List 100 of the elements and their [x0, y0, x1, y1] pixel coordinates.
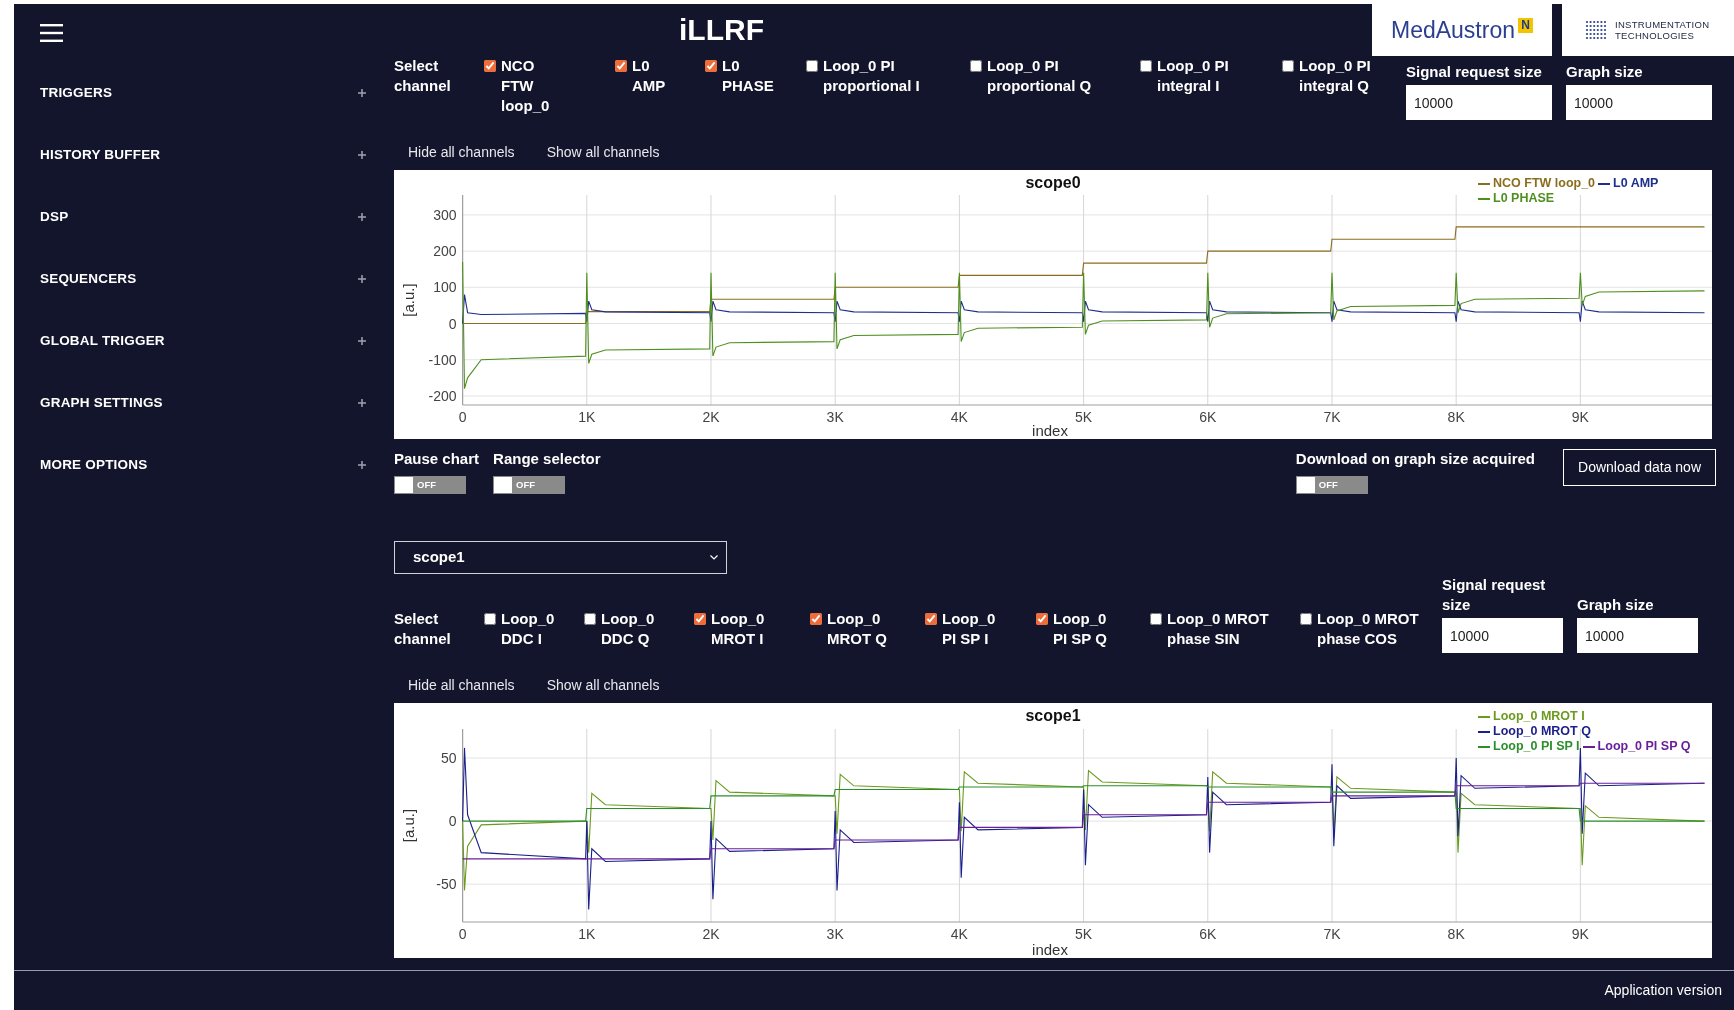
- axis-title: [a.u.]: [400, 808, 417, 843]
- size-input[interactable]: 10000: [1566, 85, 1712, 120]
- channel-label[interactable]: Loop_0 PI SP Q: [1053, 609, 1121, 649]
- toggle-label: Pause chart: [394, 449, 480, 469]
- legend-item[interactable]: L0 PHASE: [1478, 191, 1555, 206]
- checkbox[interactable]: [584, 613, 596, 625]
- chart-title: scope0: [1025, 174, 1081, 191]
- checkbox[interactable]: [1300, 613, 1312, 625]
- sidebar-item[interactable]: TRIGGERS: [40, 62, 366, 124]
- tick-label: 0: [458, 926, 467, 942]
- chart-title: scope1: [1025, 707, 1081, 724]
- toggle-label: Range selector: [493, 449, 601, 469]
- checkbox[interactable]: [484, 613, 496, 625]
- tick-label: 50: [441, 750, 457, 766]
- field-label: Graph size: [1577, 595, 1655, 615]
- app-title: iLLRF: [679, 12, 764, 48]
- tick-label: 0: [448, 315, 457, 332]
- caret-icon: [710, 555, 718, 560]
- field-label: Graph size: [1566, 62, 1644, 82]
- size-input[interactable]: 10000: [1577, 618, 1698, 653]
- axis-title: index: [1032, 422, 1068, 439]
- size-input[interactable]: 10000: [1406, 85, 1552, 120]
- logo: INSTRUMENTATION TECHNOLOGIES: [1562, 4, 1734, 56]
- legend-item[interactable]: Loop_0 PI SP Q: [1582, 739, 1691, 754]
- sidebar-item[interactable]: GLOBAL TRIGGER: [40, 310, 366, 372]
- channel-label[interactable]: Loop_0 MROT Q: [827, 609, 917, 649]
- plus-icon: [358, 399, 366, 407]
- sidebar-item[interactable]: DSP: [40, 186, 366, 248]
- tick-label: 6K: [1199, 409, 1217, 425]
- tick-label: 300: [433, 206, 457, 223]
- tick-label: 5K: [1075, 409, 1093, 425]
- channel-label[interactable]: Loop_0 MROT phase COS: [1317, 609, 1427, 649]
- sidebar-item[interactable]: GRAPH SETTINGS: [40, 372, 366, 434]
- checkbox[interactable]: [1140, 60, 1152, 72]
- checkbox[interactable]: [484, 60, 496, 72]
- select-channel-label: Select channel: [394, 609, 452, 649]
- channel-label[interactable]: NCO FTW loop_0: [501, 56, 556, 116]
- checkbox[interactable]: [694, 613, 706, 625]
- app-version-label: Application version: [1604, 981, 1722, 1000]
- tick-label: 200: [433, 243, 457, 260]
- channel-label[interactable]: Loop_0 DDC I: [501, 609, 563, 649]
- tick-label: 2K: [702, 409, 720, 425]
- tick-label: 100: [433, 279, 457, 296]
- checkbox[interactable]: [970, 60, 982, 72]
- select-channel-label: Select channel: [394, 56, 452, 96]
- tick-label: 0: [448, 813, 457, 830]
- plus-icon: [358, 151, 366, 159]
- channel-label[interactable]: Loop_0 PI proportional Q: [987, 56, 1122, 96]
- tick-label: -50: [436, 876, 457, 893]
- tick-label: 9K: [1571, 409, 1589, 425]
- legend-item[interactable]: L0 AMP: [1598, 176, 1659, 191]
- logo: MedAustron N: [1372, 4, 1552, 56]
- legend-item[interactable]: Loop_0 PI SP I: [1478, 739, 1580, 754]
- toggle-label: Download on graph size acquired: [1295, 449, 1535, 469]
- link[interactable]: Show all channels: [546, 141, 660, 163]
- tick-label: 3K: [826, 926, 844, 942]
- checkbox[interactable]: [1282, 60, 1294, 72]
- channel-label[interactable]: Loop_0 DDC Q: [601, 609, 663, 649]
- checkbox[interactable]: [925, 613, 937, 625]
- tick-label: 3K: [826, 409, 844, 425]
- link[interactable]: Hide all channels: [408, 141, 515, 163]
- checkbox[interactable]: [1036, 613, 1048, 625]
- channel-label[interactable]: Loop_0 PI SP I: [942, 609, 1004, 649]
- channel-label[interactable]: Loop_0 PI integral Q: [1299, 56, 1399, 96]
- channel-label[interactable]: Loop_0 PI proportional I: [823, 56, 943, 96]
- axis-title: index: [1032, 941, 1068, 958]
- field-label: Signal request size: [1442, 575, 1547, 615]
- link[interactable]: Hide all channels: [408, 674, 515, 696]
- checkbox[interactable]: [1150, 613, 1162, 625]
- link[interactable]: Show all channels: [546, 674, 660, 696]
- channel-label[interactable]: L0 PHASE: [722, 56, 792, 96]
- channel-label[interactable]: Loop_0 PI integral I: [1157, 56, 1267, 96]
- field-label: Signal request size: [1406, 62, 1543, 82]
- legend-item[interactable]: Loop_0 MROT Q: [1478, 724, 1591, 739]
- menu-icon[interactable]: [40, 23, 63, 42]
- plus-icon: [358, 89, 366, 97]
- sidebar-item[interactable]: SEQUENCERS: [40, 248, 366, 310]
- tick-label: 1K: [578, 926, 596, 942]
- tick-label: 9K: [1571, 926, 1589, 942]
- size-input[interactable]: 10000: [1442, 618, 1563, 653]
- checkbox[interactable]: [806, 60, 818, 72]
- download-button[interactable]: Download data now: [1563, 449, 1716, 486]
- channel-label[interactable]: Loop_0 MROT phase SIN: [1167, 609, 1277, 649]
- tick-label: 5K: [1075, 926, 1093, 942]
- plus-icon: [358, 337, 366, 345]
- tick-label: 1K: [578, 409, 596, 425]
- tick-label: -100: [428, 351, 457, 368]
- plus-icon: [358, 275, 366, 283]
- channel-label[interactable]: Loop_0 MROT I: [711, 609, 779, 649]
- checkbox[interactable]: [810, 613, 822, 625]
- checkbox[interactable]: [615, 60, 627, 72]
- sidebar-item[interactable]: HISTORY BUFFER: [40, 124, 366, 186]
- legend-item[interactable]: NCO FTW loop_0: [1478, 176, 1596, 191]
- plus-icon: [358, 461, 366, 469]
- tick-label: 7K: [1323, 409, 1341, 425]
- channel-label[interactable]: L0 AMP: [632, 56, 682, 96]
- tick-label: 7K: [1323, 926, 1341, 942]
- checkbox[interactable]: [705, 60, 717, 72]
- sidebar-item[interactable]: MORE OPTIONS: [40, 434, 366, 496]
- scope-dropdown[interactable]: scope1: [394, 541, 727, 574]
